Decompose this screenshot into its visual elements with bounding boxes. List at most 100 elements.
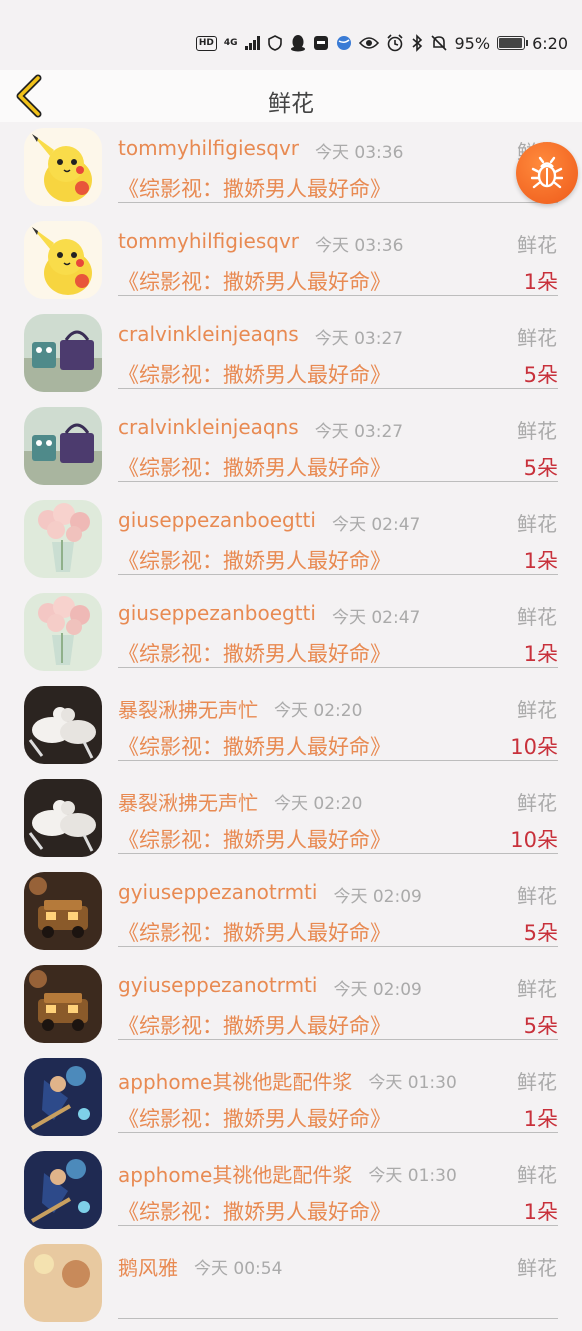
avatar[interactable] [24,314,102,392]
gift-type-label: 鲜花 [517,698,557,722]
divider [118,1225,558,1226]
divider [118,1132,558,1133]
timestamp: 今天 03:27 [314,329,404,349]
gift-type-label: 鲜花 [517,791,557,815]
username[interactable]: tommyhilfigiesqvr [118,136,299,160]
book-title[interactable]: 《综影视：撒娇男人最好命》 [118,731,391,761]
gift-count: 5朵 [523,921,558,945]
divider [118,481,558,482]
gift-type-label: 鲜花 [517,884,557,908]
wifi-shield-icon [267,35,282,51]
book-title[interactable]: 《综影视：撒娇男人最好命》 [118,173,391,203]
avatar-image [24,872,102,950]
avatar[interactable] [24,779,102,857]
avatar[interactable] [24,407,102,485]
book-title[interactable]: 《综影视：撒娇男人最好命》 [118,452,391,482]
gift-count: 10朵 [510,735,558,759]
app-icon [313,36,328,50]
username[interactable]: apphome其祧他匙配件浆 [118,1159,352,1188]
signal-type-label: 4G [223,38,238,48]
book-title[interactable]: 《综影视：撒娇男人最好命》 [118,266,391,296]
username[interactable]: cralvinkleinjeaqns [118,322,299,346]
floating-debug-button[interactable] [516,142,578,204]
avatar-image [24,407,102,485]
avatar[interactable] [24,500,102,578]
gift-count: 1朵 [523,270,558,294]
list-item[interactable]: gyiuseppezanotrmti 今天 02:09 鲜花 《综影视：撒娇男人最好命… [0,866,582,959]
avatar[interactable] [24,128,102,206]
avatar[interactable] [24,593,102,671]
timestamp: 今天 03:36 [315,143,404,163]
avatar-image [24,779,102,857]
divider [118,667,558,668]
list-item[interactable]: 暴裂湫拂无声忙 今天 02:20 鲜花 《综影视：撒娇男人最好命》 10朵 [0,773,582,866]
username[interactable]: giuseppezanboegtti [118,601,316,625]
list-item[interactable]: gyiuseppezanotrmti 今天 02:09 鲜花 《综影视：撒娇男人最好命… [0,959,582,1052]
divider [118,1318,558,1319]
header: 鲜花 [0,70,582,122]
book-title[interactable]: 《综影视：撒娇男人最好命》 [118,1103,391,1133]
timestamp: 今天 02:20 [274,794,363,814]
username[interactable]: giuseppezanboegtti [118,508,316,532]
qq-icon [290,35,305,52]
status-time: 6:20 [532,33,568,53]
avatar[interactable] [24,872,102,950]
list-item[interactable]: cralvinkleinjeaqns 今天 03:27 鲜花《综影视：撒娇男人最好命… [0,308,582,401]
gift-count: 5朵 [523,456,558,480]
avatar[interactable] [24,686,102,764]
book-title[interactable]: 《综影视：撒娇男人最好命》 [118,1196,391,1226]
timestamp: 今天 01:30 [368,1073,457,1093]
gift-type-label: 鲜花 [517,512,557,536]
username[interactable]: gyiuseppezanotrmti [118,973,317,997]
timestamp: 今天 00:54 [194,1259,283,1279]
username[interactable]: gyiuseppezanotrmti [118,880,317,904]
username[interactable]: 暴裂湫拂无声忙 [118,694,258,723]
avatar-image [24,128,102,206]
gift-record-list: tommyhilfigiesqvr今天 03:36鲜花《综影视：撒娇男人最好命》… [0,122,582,1331]
list-item[interactable]: 鹅风雅 今天 00:54 鲜花 [0,1238,582,1331]
timestamp: 今天 02:09 [333,980,422,1000]
book-title[interactable]: 《综影视：撒娇男人最好命》 [118,545,391,575]
list-item[interactable]: tommyhilfigiesqvr今天 03:36鲜花《综影视：撒娇男人最好命》 [0,122,582,215]
avatar-image [24,221,102,299]
gift-type-label: 鲜花 [517,419,557,443]
battery-percent: 95% [454,33,491,53]
list-item[interactable]: giuseppezanboegtti 今天 02:47 鲜花 《综影视：撒娇男人最好命… [0,587,582,680]
bug-icon [531,156,563,189]
gift-type-label: 鲜花 [517,326,557,350]
avatar[interactable] [24,221,102,299]
timestamp: 今天 02:20 [274,701,363,721]
avatar[interactable] [24,1058,102,1136]
avatar[interactable] [24,1244,102,1322]
timestamp: 今天 01:30 [368,1166,457,1186]
username[interactable]: apphome其祧他匙配件浆 [118,1066,352,1095]
book-title[interactable]: 《综影视：撒娇男人最好命》 [118,824,391,854]
book-title[interactable]: 《综影视：撒娇男人最好命》 [118,359,391,389]
page-title: 鲜花 [268,91,314,117]
book-title[interactable]: 《综影视：撒娇男人最好命》 [118,1010,391,1040]
book-title[interactable]: 《综影视：撒娇男人最好命》 [118,638,391,668]
username[interactable]: 暴裂湫拂无声忙 [118,787,258,816]
list-item[interactable]: tommyhilfigiesqvr 今天 03:36 鲜花 《综影视：撒娇男人最好命》… [0,215,582,308]
list-item[interactable]: giuseppezanboegtti 今天 02:47 鲜花《综影视：撒娇男人最好命… [0,494,582,587]
list-item[interactable]: 暴裂湫拂无声忙 今天 02:20 鲜花《综影视：撒娇男人最好命》 10朵 [0,680,582,773]
avatar[interactable] [24,965,102,1043]
username[interactable]: 鹅风雅 [118,1252,178,1281]
list-item[interactable]: apphome其祧他匙配件浆 今天 01:30 鲜花 《综影视：撒娇男人最好命》 1朵 [0,1145,582,1238]
avatar[interactable] [24,1151,102,1229]
avatar-image [24,500,102,578]
avatar-image [24,593,102,671]
divider [118,574,558,575]
book-title[interactable]: 《综影视：撒娇男人最好命》 [118,917,391,947]
gift-count: 1朵 [523,549,558,573]
username[interactable]: tommyhilfigiesqvr [118,229,299,253]
list-item[interactable]: cralvinkleinjeaqns 今天 03:27 鲜花 《综影视：撒娇男人最好命… [0,401,582,494]
list-item[interactable]: apphome其祧他匙配件浆 今天 01:30 鲜花 《综影视：撒娇男人最好命》 1朵 [0,1052,582,1145]
divider [118,946,558,947]
username[interactable]: cralvinkleinjeaqns [118,415,299,439]
divider [118,388,558,389]
divider [118,853,558,854]
gift-count: 5朵 [523,1014,558,1038]
timestamp: 今天 02:47 [331,515,421,535]
gift-type-label: 鲜花 [517,1256,557,1280]
